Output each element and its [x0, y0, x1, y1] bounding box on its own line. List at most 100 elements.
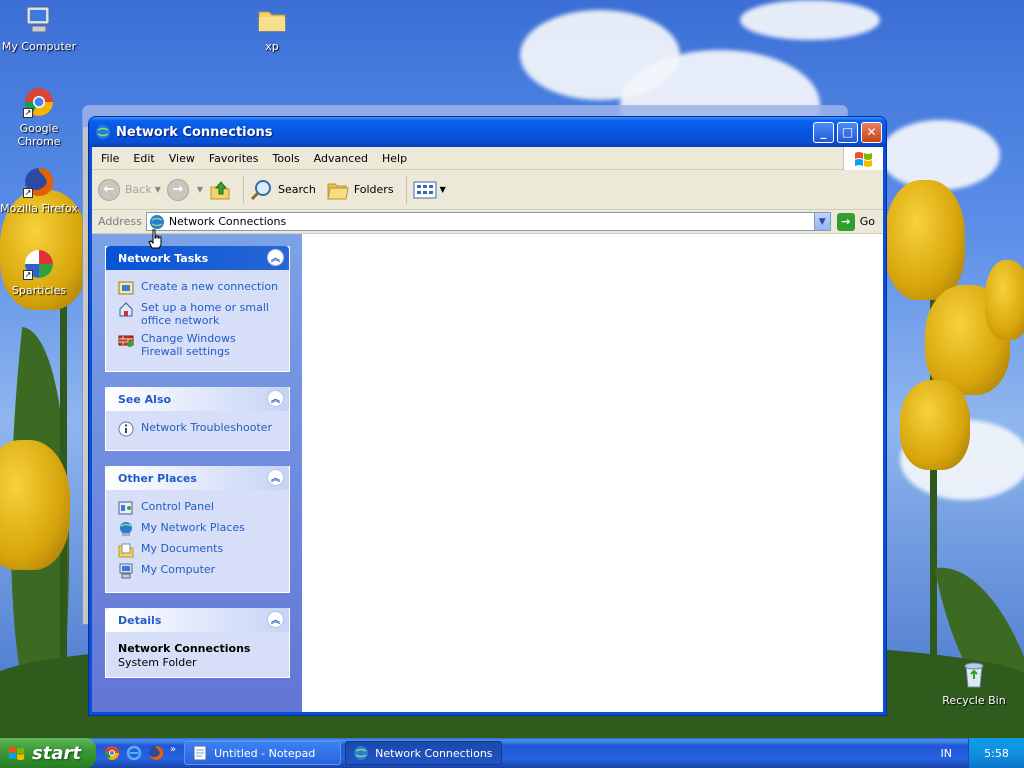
- link-network-troubleshooter[interactable]: Network Troubleshooter: [118, 421, 279, 437]
- menu-tools[interactable]: Tools: [266, 150, 307, 167]
- other-places-header[interactable]: Other Places ︽: [106, 466, 289, 490]
- chevron-down-icon: ▼: [818, 216, 826, 227]
- menu-help[interactable]: Help: [375, 150, 414, 167]
- panel-title: Other Places: [118, 471, 197, 485]
- address-label: Address: [98, 215, 142, 228]
- quick-launch: »: [96, 744, 184, 761]
- toolbar-separator: [405, 175, 407, 204]
- link-label: Network Troubleshooter: [141, 421, 273, 434]
- desktop-icon-my-computer[interactable]: My Computer: [0, 4, 78, 53]
- up-folder-button[interactable]: [209, 179, 231, 201]
- details-name: Network Connections: [118, 642, 251, 655]
- details-panel: Details ︽ Network Connections System Fol…: [105, 608, 290, 678]
- desktop-icon-label: Recycle Bin: [942, 694, 1006, 707]
- see-also-header[interactable]: See Also ︽: [106, 387, 289, 411]
- collapse-chevron-icon[interactable]: ︽: [267, 611, 284, 628]
- search-icon: [250, 179, 272, 200]
- search-label: Search: [278, 183, 316, 196]
- task-pane: Network Tasks ︽ Create a new connection …: [92, 234, 302, 712]
- collapse-chevron-icon[interactable]: ︽: [267, 390, 284, 407]
- network-globe-icon: [354, 746, 369, 760]
- recycle-bin-icon: [958, 658, 990, 690]
- desktop-icon-sparticles[interactable]: ↗ Sparticles: [0, 248, 78, 297]
- desktop-icon-label: My Computer: [1, 40, 77, 53]
- notepad-icon: [193, 745, 207, 761]
- network-connections-window[interactable]: Network Connections _ □ ✕ File Edit View…: [88, 116, 887, 716]
- close-icon: ✕: [866, 125, 877, 139]
- file-list-area[interactable]: [302, 234, 883, 712]
- desktop-icon-recycle-bin[interactable]: Recycle Bin: [935, 658, 1013, 707]
- title-bar[interactable]: Network Connections _ □ ✕: [89, 117, 886, 147]
- task-label: Create a new connection: [141, 280, 279, 293]
- chrome-icon: ↗: [23, 86, 55, 118]
- link-control-panel[interactable]: Control Panel: [118, 500, 279, 516]
- folders-button[interactable]: Folders: [326, 179, 394, 201]
- task-create-connection[interactable]: Create a new connection: [118, 280, 279, 296]
- link-my-network-places[interactable]: My Network Places: [118, 521, 279, 537]
- menu-file[interactable]: File: [94, 150, 126, 167]
- my-computer-icon: [119, 563, 133, 579]
- folders-icon: [327, 183, 349, 199]
- other-places-panel: Other Places ︽ Control Panel My Network …: [105, 466, 290, 593]
- taskbar-button-notepad[interactable]: Untitled - Notepad: [184, 741, 342, 765]
- desktop-icon-chrome[interactable]: ↗ Google Chrome: [0, 86, 78, 148]
- firefox-icon[interactable]: [148, 745, 164, 761]
- up-folder-icon: [210, 180, 230, 199]
- views-button[interactable]: ▼: [413, 180, 446, 200]
- menu-favorites[interactable]: Favorites: [202, 150, 266, 167]
- collapse-chevron-icon[interactable]: ︽: [267, 249, 284, 266]
- link-label: My Computer: [141, 563, 216, 576]
- sparticles-icon: ↗: [23, 248, 55, 280]
- internet-explorer-icon[interactable]: [126, 745, 142, 761]
- details-header[interactable]: Details ︽: [106, 608, 289, 632]
- network-tasks-panel: Network Tasks ︽ Create a new connection …: [105, 246, 290, 372]
- task-home-network[interactable]: Set up a home or small office network: [118, 301, 279, 327]
- clock[interactable]: 5:58: [968, 738, 1024, 768]
- network-globe-icon: [149, 214, 164, 229]
- desktop-icon-firefox[interactable]: ↗ Mozilla Firefox: [0, 166, 78, 215]
- maximize-button[interactable]: □: [837, 121, 858, 143]
- go-button[interactable]: → Go: [836, 212, 875, 231]
- search-button[interactable]: Search: [250, 179, 316, 201]
- windows-logo-icon: [843, 147, 883, 170]
- language-indicator[interactable]: IN: [941, 747, 952, 760]
- task-label: Set up a home or small office network: [141, 301, 269, 327]
- collapse-chevron-icon[interactable]: ︽: [267, 469, 284, 486]
- link-my-documents[interactable]: My Documents: [118, 542, 279, 558]
- taskbar-button-network-connections[interactable]: Network Connections: [345, 741, 503, 765]
- menu-bar: File Edit View Favorites Tools Advanced …: [92, 147, 883, 170]
- firefox-icon: ↗: [23, 166, 55, 198]
- forward-button[interactable]: → ▼: [166, 178, 204, 201]
- address-dropdown-button[interactable]: ▼: [813, 213, 830, 230]
- quick-launch-more-icon[interactable]: »: [170, 744, 176, 755]
- menu-view[interactable]: View: [162, 150, 202, 167]
- menu-edit[interactable]: Edit: [126, 150, 161, 167]
- back-button[interactable]: ← Back ▼: [98, 178, 161, 201]
- panel-title: Details: [118, 613, 162, 627]
- link-my-computer[interactable]: My Computer: [118, 563, 279, 579]
- address-input[interactable]: Network Connections ▼: [145, 212, 831, 231]
- link-label: My Network Places: [141, 521, 245, 534]
- toolbar-separator: [243, 175, 245, 204]
- network-globe-icon: [96, 125, 110, 139]
- desktop-icon-xp[interactable]: xp: [233, 4, 311, 53]
- desktop-icon-label: Mozilla Firefox: [0, 202, 78, 215]
- my-documents-icon: [118, 543, 134, 558]
- task-firewall[interactable]: Change Windows Firewall settings: [118, 332, 279, 358]
- views-icon: [413, 181, 437, 198]
- minimize-button[interactable]: _: [813, 121, 834, 143]
- close-button[interactable]: ✕: [861, 121, 882, 143]
- start-button[interactable]: start: [0, 738, 96, 768]
- address-value: Network Connections: [168, 215, 287, 228]
- menu-advanced[interactable]: Advanced: [307, 150, 375, 167]
- chevron-down-icon: ▼: [196, 185, 204, 194]
- window-title: Network Connections: [116, 124, 273, 140]
- task-label: Network Connections: [375, 746, 493, 760]
- forward-arrow-icon: →: [166, 178, 189, 201]
- network-tasks-header[interactable]: Network Tasks ︽: [106, 246, 289, 270]
- home-network-icon: [119, 302, 133, 317]
- chrome-icon[interactable]: [104, 745, 120, 761]
- windows-flag-icon: [8, 746, 25, 761]
- see-also-panel: See Also ︽ Network Troubleshooter: [105, 387, 290, 451]
- link-label: My Documents: [141, 542, 224, 555]
